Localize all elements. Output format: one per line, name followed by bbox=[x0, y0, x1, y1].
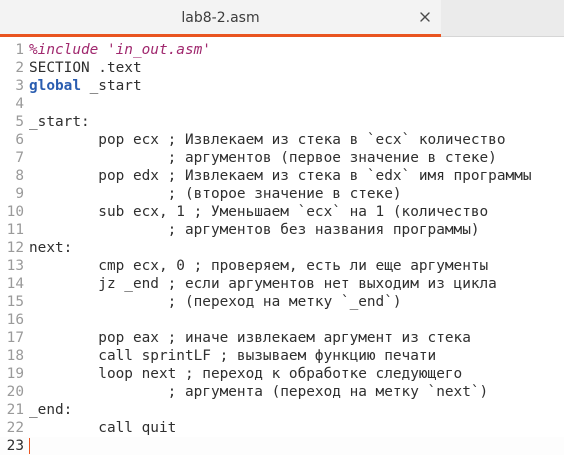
code-text: call quit bbox=[29, 419, 176, 437]
code-line[interactable]: 14 jz _end ; если аргументов нет выходим… bbox=[0, 275, 564, 293]
line-number: 17 bbox=[6, 330, 24, 346]
code-line[interactable]: 9 ; (второе значение в стеке) bbox=[0, 185, 564, 203]
line-number: 11 bbox=[6, 222, 24, 238]
line-number: 3 bbox=[15, 78, 24, 94]
code-line[interactable]: 6 pop ecx ; Извлекаем из стека в `ecx` к… bbox=[0, 131, 564, 149]
line-number: 13 bbox=[6, 258, 24, 274]
code-text: loop next ; переход к обработке следующе… bbox=[29, 365, 462, 383]
code-text: global _start bbox=[29, 77, 142, 95]
line-number: 20 bbox=[6, 384, 24, 400]
code-text: call sprintLF ; вызываем функцию печати bbox=[29, 347, 436, 365]
code-text: cmp ecx, 0 ; проверяем, есть ли еще аргу… bbox=[29, 257, 488, 275]
code-token: call sprintLF ; вызываем функцию печати bbox=[29, 348, 437, 364]
code-token: call quit bbox=[29, 420, 177, 436]
code-text: next: bbox=[29, 239, 72, 257]
code-token: loop next ; переход к обработке следующе… bbox=[29, 366, 463, 382]
line-number: 1 bbox=[15, 42, 24, 58]
line-number: 7 bbox=[15, 150, 24, 166]
line-number: 19 bbox=[6, 366, 24, 382]
code-line[interactable]: 19 loop next ; переход к обработке следу… bbox=[0, 365, 564, 383]
line-number: 9 bbox=[15, 186, 24, 202]
code-line[interactable]: 8 pop edx ; Извлекаем из стека в `edx` и… bbox=[0, 167, 564, 185]
line-number: 14 bbox=[6, 276, 24, 292]
code-token: %include bbox=[29, 42, 107, 58]
code-token: ; аргумента (переход на метку `next`) bbox=[29, 384, 489, 400]
line-number: 16 bbox=[6, 312, 24, 328]
line-number: 23 bbox=[6, 438, 24, 454]
code-token: cmp ecx, 0 ; проверяем, есть ли еще аргу… bbox=[29, 258, 489, 274]
code-token: _start: bbox=[29, 114, 90, 130]
code-text: SECTION .text bbox=[29, 59, 142, 77]
code-token: pop eax ; иначе извлекаем аргумент из ст… bbox=[29, 330, 471, 346]
code-line[interactable]: 7 ; аргументов (первое значение в стеке) bbox=[0, 149, 564, 167]
code-text: ; аргумента (переход на метку `next`) bbox=[29, 383, 489, 401]
code-text: pop ecx ; Извлекаем из стека в `ecx` кол… bbox=[29, 131, 506, 149]
code-token: ; (второе значение в стеке) bbox=[29, 186, 402, 202]
code-text: ; аргументов без названия программы) bbox=[29, 221, 480, 239]
code-token: 'in_out.asm' bbox=[106, 42, 211, 58]
line-number: 15 bbox=[6, 294, 24, 310]
code-token: pop edx ; Извлекаем из стека в `edx` имя… bbox=[29, 168, 532, 184]
text-editor-window: lab8-2.asm 1 %include 'in_out.asm' 2 SECTIO… bbox=[0, 0, 564, 465]
code-line[interactable]: 22 call quit bbox=[0, 419, 564, 437]
code-line[interactable]: 20 ; аргумента (переход на метку `next`) bbox=[0, 383, 564, 401]
code-token: next: bbox=[29, 240, 73, 256]
line-number: 5 bbox=[15, 114, 24, 130]
code-line[interactable]: 12 next: bbox=[0, 239, 564, 257]
code-token: sub ecx, 1 ; Уменьшаем `ecx` на 1 (колич… bbox=[29, 204, 489, 220]
code-line[interactable]: 18 call sprintLF ; вызываем функцию печа… bbox=[0, 347, 564, 365]
text-cursor bbox=[29, 438, 30, 454]
code-line[interactable]: 2 SECTION .text bbox=[0, 59, 564, 77]
code-text: %include 'in_out.asm' bbox=[29, 41, 211, 59]
code-text: pop eax ; иначе извлекаем аргумент из ст… bbox=[29, 329, 471, 347]
line-number: 6 bbox=[15, 132, 24, 148]
code-token: _start bbox=[80, 78, 142, 94]
code-text: _start: bbox=[29, 113, 90, 131]
code-line[interactable]: 17 pop eax ; иначе извлекаем аргумент из… bbox=[0, 329, 564, 347]
code-token: pop ecx ; Извлекаем из стека в `ecx` кол… bbox=[29, 132, 506, 148]
code-token: ; аргументов без названия программы) bbox=[29, 222, 480, 238]
code-line[interactable]: 4 bbox=[0, 95, 564, 113]
code-text: jz _end ; если аргументов нет выходим из… bbox=[29, 275, 497, 293]
code-token: ; аргументов (первое значение в стеке) bbox=[29, 150, 497, 166]
code-text: ; аргументов (первое значение в стеке) bbox=[29, 149, 497, 167]
code-token: _end: bbox=[29, 402, 73, 418]
code-text: ; (второе значение в стеке) bbox=[29, 185, 402, 203]
line-number: 10 bbox=[6, 204, 24, 220]
code-text: ; (переход на метку `_end`) bbox=[29, 293, 402, 311]
close-icon[interactable] bbox=[418, 10, 432, 24]
code-token: ; (переход на метку `_end`) bbox=[29, 294, 402, 310]
code-line[interactable]: 5 _start: bbox=[0, 113, 564, 131]
line-number: 22 bbox=[6, 420, 24, 436]
code-token: SECTION .text bbox=[29, 60, 142, 76]
tab-bar: lab8-2.asm bbox=[0, 0, 564, 37]
code-line[interactable]: 16 bbox=[0, 311, 564, 329]
code-line[interactable]: 10 sub ecx, 1 ; Уменьшаем `ecx` на 1 (ко… bbox=[0, 203, 564, 221]
code-text: sub ecx, 1 ; Уменьшаем `ecx` на 1 (колич… bbox=[29, 203, 488, 221]
code-line[interactable]: 23 bbox=[0, 437, 564, 455]
line-number: 4 bbox=[15, 96, 24, 112]
line-number: 18 bbox=[6, 348, 24, 364]
code-text: pop edx ; Извлекаем из стека в `edx` имя… bbox=[29, 167, 532, 185]
line-number: 21 bbox=[6, 402, 24, 418]
line-number: 12 bbox=[6, 240, 24, 256]
code-line[interactable]: 15 ; (переход на метку `_end`) bbox=[0, 293, 564, 311]
code-editor[interactable]: 1 %include 'in_out.asm' 2 SECTION .text 3 glo… bbox=[0, 38, 564, 465]
code-token: global bbox=[29, 78, 81, 94]
line-number: 8 bbox=[15, 168, 24, 184]
code-line[interactable]: 13 cmp ecx, 0 ; проверяем, есть ли еще а… bbox=[0, 257, 564, 275]
code-line[interactable]: 1 %include 'in_out.asm' bbox=[0, 41, 564, 59]
line-number: 2 bbox=[15, 60, 24, 76]
code-token: jz _end ; если аргументов нет выходим из… bbox=[29, 276, 497, 292]
tab-title: lab8-2.asm bbox=[181, 10, 260, 26]
tab-lab8-2-asm[interactable]: lab8-2.asm bbox=[0, 0, 441, 37]
code-line[interactable]: 21 _end: bbox=[0, 401, 564, 419]
code-text: _end: bbox=[29, 401, 72, 419]
code-line[interactable]: 3 global _start bbox=[0, 77, 564, 95]
code-line[interactable]: 11 ; аргументов без названия программы) bbox=[0, 221, 564, 239]
